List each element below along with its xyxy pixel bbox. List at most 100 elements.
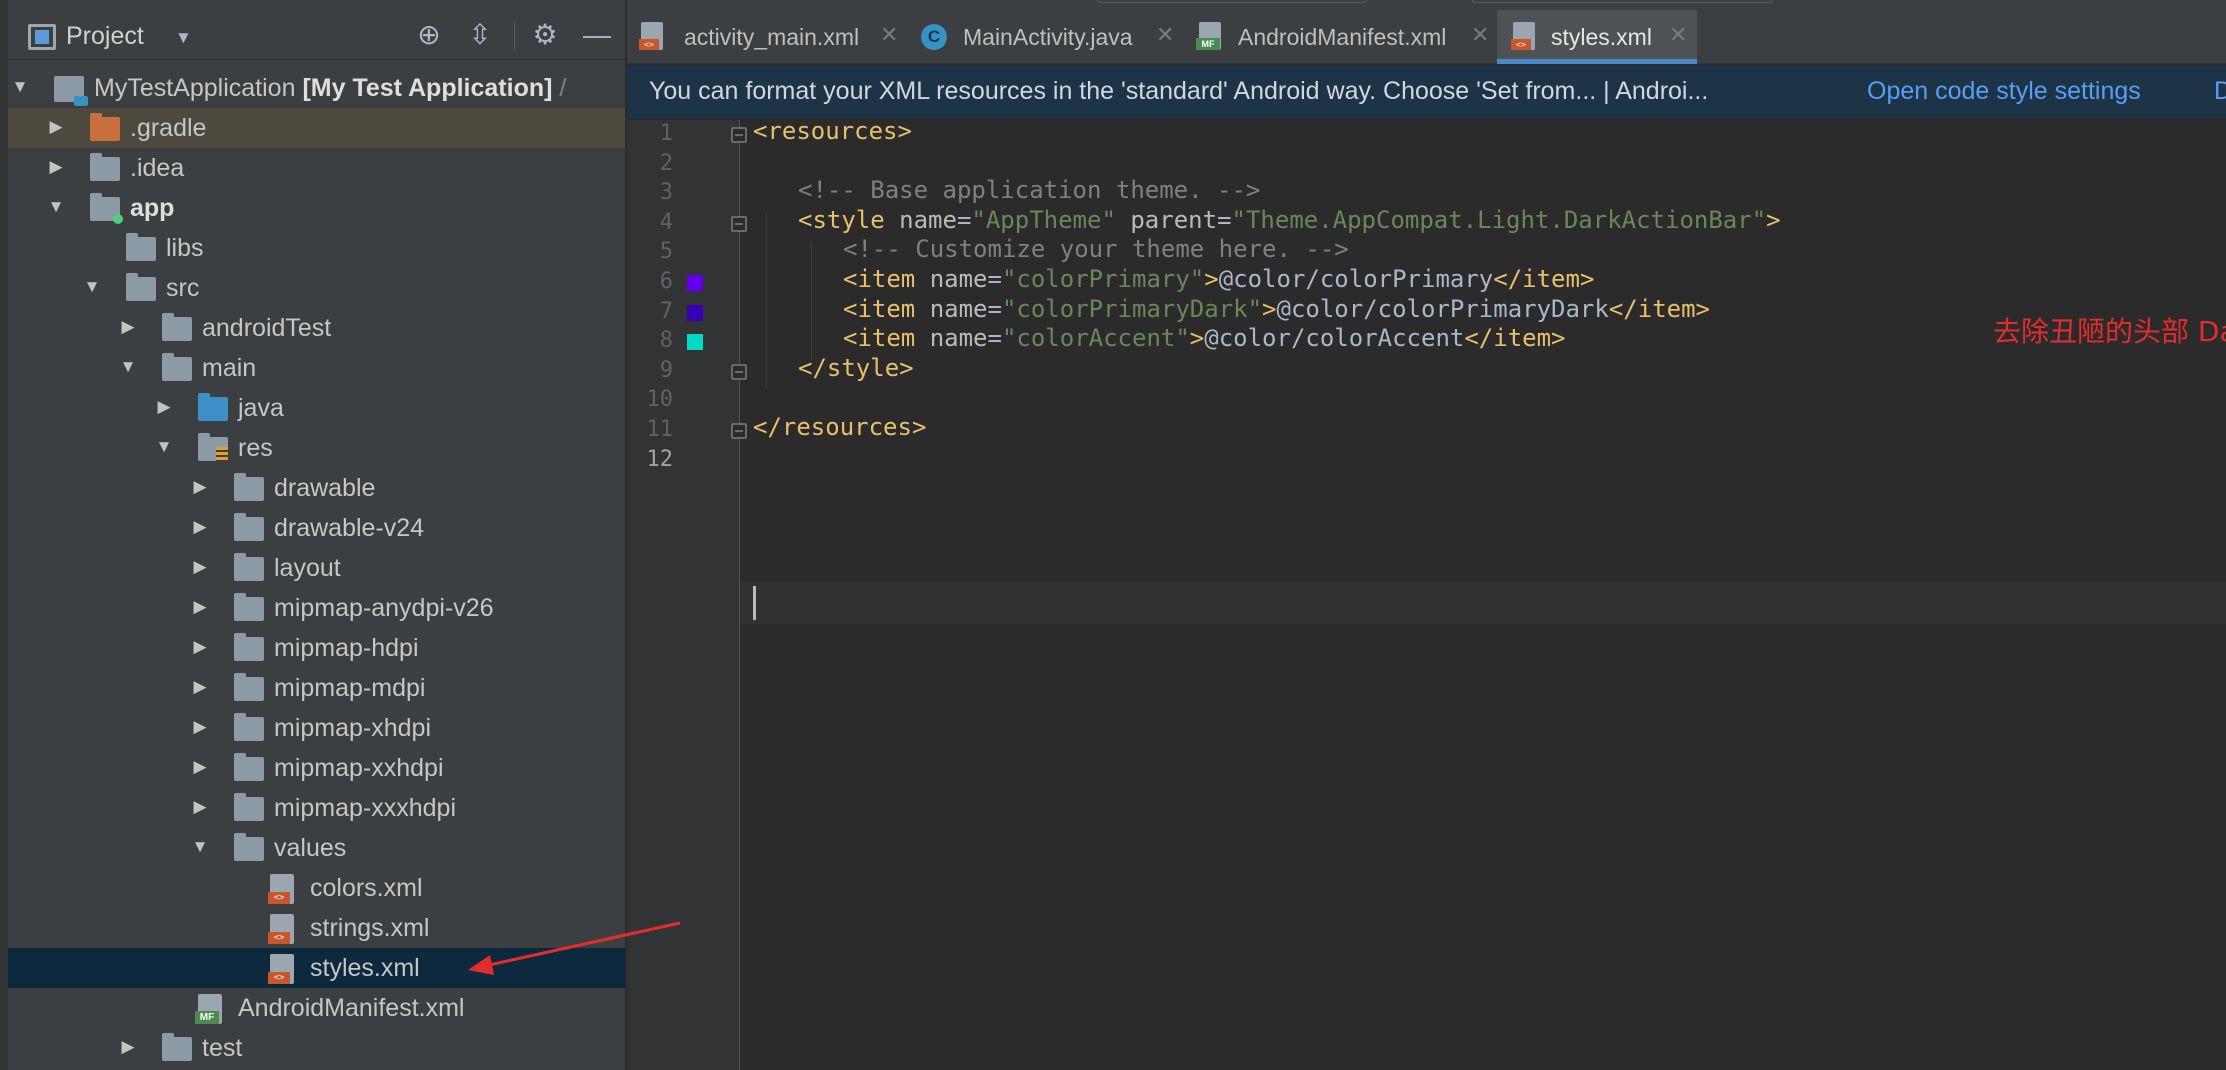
tree-item-app[interactable]: ▼ app bbox=[8, 188, 625, 228]
tree-item-drawable[interactable]: ▶ drawable bbox=[8, 468, 625, 508]
tree-item-idea[interactable]: ▶ .idea bbox=[8, 148, 625, 188]
folder-icon bbox=[234, 833, 264, 861]
code-token: < bbox=[843, 265, 858, 293]
tab-styles[interactable]: styles.xml ✕ bbox=[1497, 10, 1697, 64]
chevron-down-icon[interactable]: ▼ bbox=[175, 28, 192, 48]
tree-item-androidtest[interactable]: ▶ androidTest bbox=[8, 308, 625, 348]
tree-item-name: test bbox=[202, 1034, 243, 1062]
locate-icon[interactable]: ⊕ bbox=[412, 18, 446, 52]
line-number: 4 bbox=[659, 209, 673, 235]
tree-item-label: src bbox=[166, 274, 199, 303]
expand-arrow-right-icon[interactable]: ▶ bbox=[190, 517, 210, 537]
xml-file-icon bbox=[268, 954, 294, 984]
tree-item-res[interactable]: ▼ res bbox=[8, 428, 625, 468]
code-editor[interactable]: 1 2 3 4 5 6 7 8 9 10 11 12 <resources> <!-- Base app… bbox=[627, 120, 2226, 1070]
code-token: resources bbox=[767, 120, 898, 145]
tree-item-libs[interactable]: libs bbox=[8, 228, 625, 268]
tree-item-mytestapplication[interactable]: ▼ MyTestApplication [My Test Application]… bbox=[8, 68, 625, 108]
tree-item-src[interactable]: ▼ src bbox=[8, 268, 625, 308]
color-swatch-icon[interactable] bbox=[687, 304, 703, 321]
tab-android-manifest[interactable]: AndroidManifest.xml ✕ bbox=[1183, 10, 1497, 64]
code-token: < bbox=[843, 324, 858, 353]
expand-arrow-right-icon[interactable]: ▶ bbox=[190, 597, 210, 617]
tree-item-name: AndroidManifest.xml bbox=[238, 994, 465, 1022]
tree-item-label: .gradle bbox=[130, 114, 206, 143]
expand-arrow-right-icon[interactable]: ▶ bbox=[190, 477, 210, 497]
tree-item-label: values bbox=[274, 834, 346, 863]
expand-arrow-down-icon[interactable]: ▼ bbox=[10, 77, 30, 97]
tree-item-name: src bbox=[166, 274, 200, 302]
line-number: 12 bbox=[646, 446, 674, 472]
color-swatch-icon[interactable] bbox=[687, 334, 703, 351]
expand-arrow-down-icon[interactable]: ▼ bbox=[118, 357, 138, 377]
code-line: <item name="colorPrimaryDark">@color/col… bbox=[843, 295, 1710, 323]
expand-arrow-down-icon[interactable]: ▼ bbox=[190, 837, 210, 857]
annotation-arrow bbox=[468, 921, 681, 975]
expand-arrow-right-icon[interactable]: ▶ bbox=[190, 557, 210, 577]
tab-main-activity[interactable]: C MainActivity.java ✕ bbox=[907, 10, 1183, 64]
fold-marker-icon[interactable] bbox=[731, 127, 747, 143]
tree-item-java[interactable]: ▶ java bbox=[8, 388, 625, 428]
code-token: </ bbox=[1464, 324, 1494, 353]
tree-item-gradle[interactable]: ▶ .gradle bbox=[8, 108, 625, 148]
fold-marker-icon[interactable] bbox=[731, 215, 747, 232]
close-icon[interactable]: ✕ bbox=[1471, 22, 1489, 48]
tree-item-label: mipmap-anydpi-v26 bbox=[274, 594, 494, 623]
code-line: <!-- Customize your theme here. --> bbox=[843, 235, 1349, 263]
fold-marker-icon[interactable] bbox=[731, 363, 747, 380]
tree-item-name: mipmap-xxhdpi bbox=[274, 754, 444, 782]
tree-item-mipmap-mdpi[interactable]: ▶ mipmap-mdpi bbox=[8, 668, 625, 708]
tree-item-mipmap-anydpi-v26[interactable]: ▶ mipmap-anydpi-v26 bbox=[8, 588, 625, 628]
expand-arrow-down-icon[interactable]: ▼ bbox=[46, 197, 66, 217]
tree-item-mipmap-xxxhdpi[interactable]: ▶ mipmap-xxxhdpi bbox=[8, 788, 625, 828]
expand-arrow-right-icon[interactable]: ▶ bbox=[190, 797, 210, 817]
tree-item-label: drawable bbox=[274, 474, 375, 503]
fold-marker-icon[interactable] bbox=[731, 423, 747, 439]
close-icon[interactable]: ✕ bbox=[1156, 22, 1174, 48]
minimize-icon[interactable]: — bbox=[580, 18, 614, 52]
tree-item-drawable-v24[interactable]: ▶ drawable-v24 bbox=[8, 508, 625, 548]
code-token: style bbox=[812, 205, 900, 234]
line-number: 3 bbox=[659, 180, 673, 206]
expand-arrow-down-icon[interactable]: ▼ bbox=[154, 437, 174, 457]
expand-arrow-right-icon[interactable]: ▶ bbox=[46, 117, 66, 137]
code-token: name bbox=[899, 205, 957, 234]
tree-item-name: mipmap-xhdpi bbox=[274, 714, 432, 742]
tab-activity-main[interactable]: activity_main.xml ✕ bbox=[627, 10, 907, 64]
expand-arrow-right-icon[interactable]: ▶ bbox=[154, 397, 174, 417]
expand-arrow-right-icon[interactable]: ▶ bbox=[190, 717, 210, 737]
close-icon[interactable]: ✕ bbox=[880, 22, 898, 48]
tree-item-mipmap-hdpi[interactable]: ▶ mipmap-hdpi bbox=[8, 628, 625, 668]
expand-arrow-right-icon[interactable]: ▶ bbox=[190, 757, 210, 777]
tree-item-name: values bbox=[274, 834, 347, 862]
tree-item-layout[interactable]: ▶ layout bbox=[8, 548, 625, 588]
tree-item-name: .gradle bbox=[130, 114, 207, 142]
tree-item-main[interactable]: ▼ main bbox=[8, 348, 625, 388]
color-swatch-icon[interactable] bbox=[687, 275, 703, 291]
code-token: > bbox=[1695, 294, 1710, 323]
gear-icon[interactable]: ⚙ bbox=[528, 18, 562, 52]
project-view-title[interactable]: Project bbox=[66, 22, 144, 51]
tree-item-colors-xml[interactable]: colors.xml bbox=[8, 868, 625, 908]
expand-arrow-right-icon[interactable]: ▶ bbox=[118, 1037, 138, 1057]
folder-icon bbox=[234, 713, 264, 741]
code-token: = bbox=[1217, 205, 1232, 234]
expand-arrow-down-icon[interactable]: ▼ bbox=[82, 277, 102, 297]
collapse-icon[interactable]: ⇳ bbox=[463, 18, 497, 52]
expand-arrow-right-icon[interactable]: ▶ bbox=[190, 637, 210, 657]
tree-item-mipmap-xhdpi[interactable]: ▶ mipmap-xhdpi bbox=[8, 708, 625, 748]
close-icon[interactable]: ✕ bbox=[1669, 22, 1687, 48]
dismiss-link[interactable]: D bbox=[2214, 77, 2226, 106]
code-token: "colorPrimary" bbox=[1001, 265, 1205, 293]
tree-item-test[interactable]: ▶ test bbox=[8, 1028, 625, 1068]
code-token: @color/colorPrimary bbox=[1218, 265, 1494, 293]
open-code-style-settings-link[interactable]: Open code style settings bbox=[1867, 77, 2141, 106]
code-token: @color/colorPrimaryDark bbox=[1276, 294, 1609, 323]
tree-item-values[interactable]: ▼ values bbox=[8, 828, 625, 868]
folder-icon bbox=[234, 753, 264, 781]
tree-item-mipmap-xxhdpi[interactable]: ▶ mipmap-xxhdpi bbox=[8, 748, 625, 788]
expand-arrow-right-icon[interactable]: ▶ bbox=[190, 677, 210, 697]
expand-arrow-right-icon[interactable]: ▶ bbox=[118, 317, 138, 337]
folder-icon bbox=[234, 593, 264, 621]
expand-arrow-right-icon[interactable]: ▶ bbox=[46, 157, 66, 177]
